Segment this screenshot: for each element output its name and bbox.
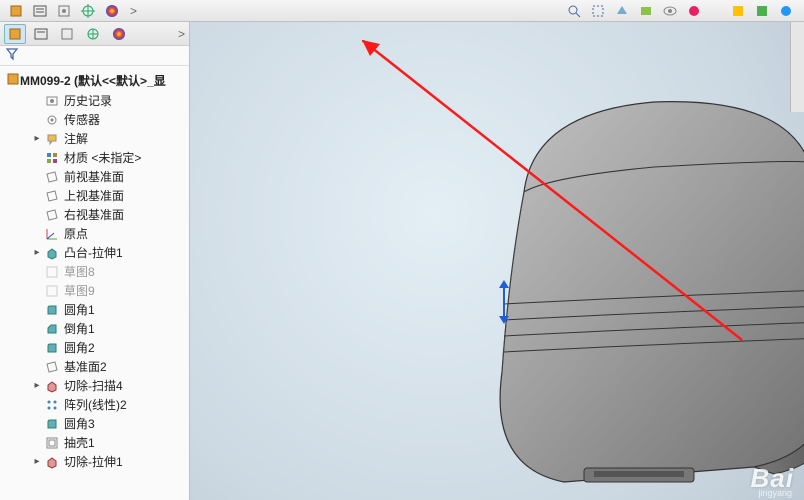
tree-item[interactable]: ▸ 切除-拉伸1 <box>2 452 189 471</box>
tree-expander[interactable]: ▸ <box>32 133 42 144</box>
feature-tree: MM099-2 (默认<<默认>_显 历史记录传感器 ▸ 注解材质 <未指定> 前视基… <box>0 66 189 500</box>
tree-item-label: 传感器 <box>64 111 100 128</box>
tree-expander[interactable]: ▸ <box>32 380 42 391</box>
root-name-label: MM099-2 (默认<<默认>_显 <box>20 72 166 89</box>
tree-item-label: 抽壳1 <box>64 434 95 451</box>
tree-item-label: 草图9 <box>64 282 95 299</box>
sidebar-tab-chevron[interactable]: > <box>178 27 185 41</box>
sidebar-tab-dimxpert[interactable] <box>82 24 104 44</box>
display-style-icon[interactable] <box>636 2 656 20</box>
toolbar-appearance-icon[interactable] <box>102 2 122 20</box>
tree-item-label: 右视基准面 <box>64 206 124 223</box>
tree-item[interactable]: 右视基准面 <box>2 205 189 224</box>
chamfer-icon <box>44 322 60 336</box>
appearance-sphere-icon[interactable] <box>684 2 704 20</box>
tree-item-label: 阵列(线性)2 <box>64 396 127 413</box>
misc-icon-1[interactable] <box>728 2 748 20</box>
plane-icon <box>44 208 60 222</box>
tree-item-label: 上视基准面 <box>64 187 124 204</box>
tree-item-label: 前视基准面 <box>64 168 124 185</box>
sensor-icon <box>44 113 60 127</box>
tree-item-label: 圆角3 <box>64 415 95 432</box>
feature-tree-sidebar: > MM099-2 (默认<<默认>_显 历史记录传感器 ▸ 注解材质 <未指定> 前… <box>0 22 190 500</box>
toolbar-list-icon[interactable] <box>30 2 50 20</box>
tree-item[interactable]: 倒角1 <box>2 319 189 338</box>
fillet-icon <box>44 417 60 431</box>
sidebar-tab-featuretree[interactable] <box>4 24 26 44</box>
tree-item[interactable]: 圆角3 <box>2 414 189 433</box>
zoom-area-icon[interactable] <box>588 2 608 20</box>
tree-item[interactable]: 上视基准面 <box>2 186 189 205</box>
tree-item-label: 草图8 <box>64 263 95 280</box>
tree-item[interactable]: 基准面2 <box>2 357 189 376</box>
sidebar-tab-row: > <box>0 22 189 46</box>
tree-item[interactable]: ▸ 凸台-拉伸1 <box>2 243 189 262</box>
view-orientation-icon[interactable] <box>612 2 632 20</box>
sketch-icon <box>44 284 60 298</box>
tree-item-label: 圆角2 <box>64 339 95 356</box>
tree-item[interactable]: 原点 <box>2 224 189 243</box>
tree-item-label: 切除-扫描4 <box>64 377 123 394</box>
tree-item-label: 基准面2 <box>64 358 107 375</box>
pattern-icon <box>44 398 60 412</box>
plane-icon <box>44 170 60 184</box>
tree-item-label: 材质 <未指定> <box>64 149 141 166</box>
plane-icon <box>44 189 60 203</box>
tree-item-label: 倒角1 <box>64 320 95 337</box>
origin-icon <box>44 227 60 241</box>
toolbar-sketch-icon[interactable] <box>54 2 74 20</box>
view-toolbar <box>562 2 798 20</box>
toolbar-crosshair-icon[interactable] <box>78 2 98 20</box>
sidebar-tab-config[interactable] <box>56 24 78 44</box>
measure-arrow-icon <box>497 280 511 324</box>
tree-item[interactable]: ▸ 注解 <box>2 129 189 148</box>
part-icon <box>6 72 20 89</box>
sidebar-tab-property[interactable] <box>30 24 52 44</box>
sketch-icon <box>44 265 60 279</box>
tree-item-label: 凸台-拉伸1 <box>64 244 123 261</box>
material-icon <box>44 151 60 165</box>
tree-item[interactable]: ▸ 切除-扫描4 <box>2 376 189 395</box>
hide-show-icon[interactable] <box>660 2 680 20</box>
top-toolbar: > <box>0 0 804 22</box>
tree-item[interactable]: 传感器 <box>2 110 189 129</box>
tree-item[interactable]: 圆角1 <box>2 300 189 319</box>
tree-item-label: 原点 <box>64 225 88 242</box>
tree-item[interactable]: 前视基准面 <box>2 167 189 186</box>
tree-item-label: 注解 <box>64 130 88 147</box>
misc-icon-2[interactable] <box>752 2 772 20</box>
tree-item-label: 圆角1 <box>64 301 95 318</box>
toolbar-feature-icon[interactable] <box>6 2 26 20</box>
fillet-icon <box>44 341 60 355</box>
cut-icon <box>44 379 60 393</box>
toolbar-expand-chevron[interactable]: > <box>130 4 137 18</box>
tree-expander[interactable]: ▸ <box>32 456 42 467</box>
funnel-icon[interactable] <box>6 48 18 63</box>
annotation-icon <box>44 132 60 146</box>
history-icon <box>44 94 60 108</box>
tree-item-label: 历史记录 <box>64 92 112 109</box>
extrude-icon <box>44 246 60 260</box>
tree-item[interactable]: 历史记录 <box>2 91 189 110</box>
filter-row <box>0 46 189 66</box>
watermark-subtext: jingyang <box>758 488 792 498</box>
graphics-viewport[interactable]: Bai jingyang <box>190 22 804 500</box>
tree-root-node[interactable]: MM099-2 (默认<<默认>_显 <box>2 70 189 91</box>
tree-item[interactable]: 阵列(线性)2 <box>2 395 189 414</box>
plane-icon <box>44 360 60 374</box>
tree-item[interactable]: 抽壳1 <box>2 433 189 452</box>
fillet-icon <box>44 303 60 317</box>
tree-item[interactable]: 材质 <未指定> <box>2 148 189 167</box>
zoom-fit-icon[interactable] <box>564 2 584 20</box>
sidebar-tab-display[interactable] <box>108 24 130 44</box>
tree-item[interactable]: 草图9 <box>2 281 189 300</box>
right-panel-tab[interactable] <box>790 22 804 112</box>
tree-item[interactable]: 草图8 <box>2 262 189 281</box>
tree-expander[interactable]: ▸ <box>32 247 42 258</box>
cut-icon <box>44 455 60 469</box>
shell-icon <box>44 436 60 450</box>
tree-item-label: 切除-拉伸1 <box>64 453 123 470</box>
misc-icon-3[interactable] <box>776 2 796 20</box>
tree-item[interactable]: 圆角2 <box>2 338 189 357</box>
